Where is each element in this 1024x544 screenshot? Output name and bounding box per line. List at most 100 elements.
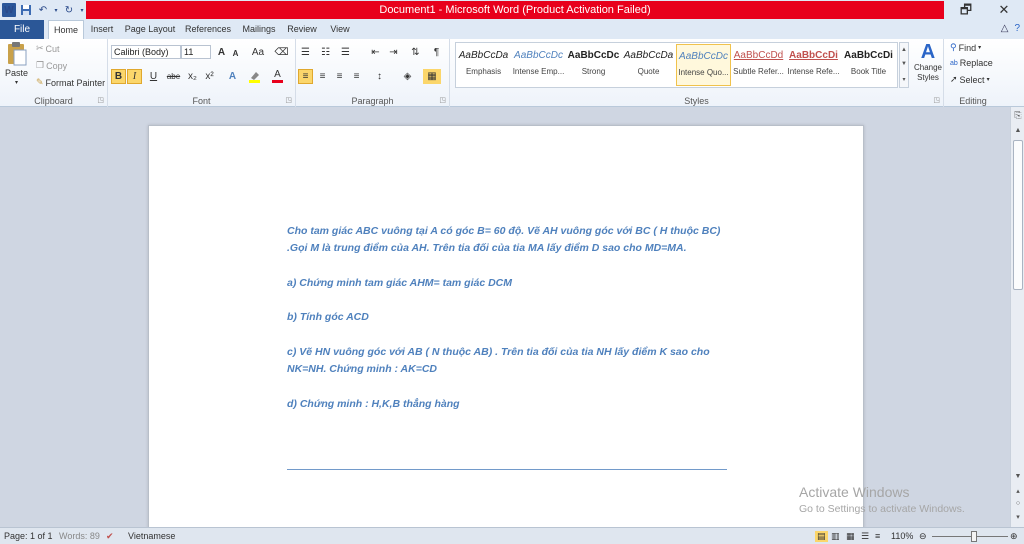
web-layout-view-icon[interactable]: ▦: [846, 531, 855, 542]
numbering-icon[interactable]: ☷: [318, 45, 333, 60]
browse-object-icon[interactable]: ○: [1011, 500, 1024, 507]
close-button[interactable]: ✕: [986, 0, 1022, 20]
tab-review[interactable]: Review: [284, 20, 320, 39]
bold-button[interactable]: B: [111, 69, 126, 84]
language-indicator[interactable]: Vietnamese: [128, 531, 175, 541]
bullets-icon[interactable]: ☰: [298, 45, 313, 60]
highlight-color-icon[interactable]: [247, 69, 262, 84]
subscript-button[interactable]: x₂: [185, 69, 200, 84]
font-size-combobox[interactable]: 11: [181, 45, 211, 59]
document-page[interactable]: Cho tam giác ABC vuông tại A có góc B= 6…: [148, 125, 864, 527]
tab-references[interactable]: References: [182, 20, 234, 39]
align-center-icon[interactable]: ≡: [315, 69, 330, 84]
word-count[interactable]: Words: 89: [59, 531, 100, 541]
undo-icon[interactable]: ↶: [36, 3, 50, 17]
format-painter-button[interactable]: ✎ Format Painter: [36, 77, 105, 88]
paragraph-problem[interactable]: Cho tam giác ABC vuông tại A có góc B= 6…: [287, 223, 732, 258]
gallery-down-icon[interactable]: ▼: [901, 61, 907, 67]
tab-home[interactable]: Home: [48, 20, 84, 39]
superscript-button[interactable]: x²: [202, 69, 217, 84]
shrink-font-button[interactable]: A: [228, 46, 243, 61]
shading-icon[interactable]: ◈: [400, 69, 415, 84]
full-screen-view-icon[interactable]: ▥: [831, 531, 840, 542]
scrollbar-thumb[interactable]: [1013, 140, 1023, 290]
next-page-icon[interactable]: ▾: [1011, 513, 1024, 521]
paragraph-part-c[interactable]: c) Vẽ HN vuông góc với AB ( N thuộc AB) …: [287, 344, 732, 379]
minimize-ribbon-icon[interactable]: △: [1001, 23, 1009, 34]
style-item[interactable]: AaBbCcDc Intense Emp...: [511, 44, 566, 86]
replace-button[interactable]: ab Replace: [950, 58, 993, 68]
clipboard-launcher-icon[interactable]: ◳: [97, 96, 104, 104]
tab-file[interactable]: File: [0, 20, 44, 39]
save-icon[interactable]: [19, 3, 33, 17]
underline-button[interactable]: U: [146, 69, 161, 84]
sort-icon[interactable]: ⇅: [408, 45, 423, 60]
strikethrough-button[interactable]: abe: [166, 69, 181, 84]
text-effects-icon[interactable]: A: [225, 69, 240, 84]
restore-button[interactable]: 🗗: [948, 0, 984, 20]
clear-formatting-icon[interactable]: ⌫: [274, 45, 289, 60]
zoom-slider-handle[interactable]: [970, 531, 977, 542]
customize-qat-icon[interactable]: ▾: [79, 3, 85, 17]
gallery-more-icon[interactable]: ▾: [902, 76, 905, 83]
zoom-in-icon[interactable]: ⊕: [1010, 531, 1018, 542]
multilevel-list-icon[interactable]: ☰: [338, 45, 353, 60]
page-count[interactable]: Page: 1 of 1: [4, 531, 53, 541]
previous-page-icon[interactable]: ▴: [1011, 487, 1024, 495]
styles-gallery-scroll[interactable]: ▲ ▼ ▾: [899, 42, 909, 88]
ruler-toggle-icon[interactable]: ⎘: [1011, 110, 1024, 121]
zoom-level[interactable]: 110%: [891, 531, 913, 541]
vertical-scrollbar[interactable]: ⎘ ▲ ▼ ▴ ○ ▾: [1010, 107, 1024, 527]
change-case-button[interactable]: Aa: [248, 45, 268, 60]
style-item[interactable]: AaBbCcDd Subtle Refer...: [731, 44, 786, 86]
font-name-combobox[interactable]: Calibri (Body): [111, 45, 181, 59]
copy-button[interactable]: ❐ Copy: [36, 60, 67, 71]
change-styles-button[interactable]: A Change Styles: [911, 41, 945, 83]
decrease-indent-icon[interactable]: ⇤: [368, 45, 383, 60]
draft-view-icon[interactable]: ≡: [875, 531, 880, 541]
find-button[interactable]: ⚲ Find ▾: [950, 42, 981, 53]
tab-insert[interactable]: Insert: [87, 20, 117, 39]
proofing-icon[interactable]: ✔: [106, 531, 114, 542]
borders-icon[interactable]: ▦: [423, 69, 441, 84]
show-marks-button[interactable]: ¶: [429, 45, 444, 60]
gallery-up-icon[interactable]: ▲: [901, 47, 907, 53]
paragraph-part-b[interactable]: b) Tính góc ACD: [287, 309, 732, 326]
paste-icon: [7, 42, 26, 66]
align-left-icon[interactable]: ≡: [298, 69, 313, 84]
italic-button[interactable]: I: [127, 69, 142, 84]
scroll-up-icon[interactable]: ▲: [1011, 127, 1024, 134]
outline-view-icon[interactable]: ☰: [861, 531, 869, 542]
paste-button[interactable]: Paste ▾: [5, 41, 28, 86]
cut-button[interactable]: ✂ Cut: [36, 43, 60, 54]
style-item[interactable]: AaBbCcDi Book Title: [841, 44, 896, 86]
help-icon[interactable]: ?: [1014, 23, 1020, 34]
increase-indent-icon[interactable]: ⇥: [386, 45, 401, 60]
style-item[interactable]: AaBbCcDc Intense Quo...: [676, 44, 731, 86]
align-right-icon[interactable]: ≡: [332, 69, 347, 84]
justify-icon[interactable]: ≡: [349, 69, 364, 84]
word-app-icon[interactable]: W: [2, 3, 16, 17]
style-item[interactable]: AaBbCcDa Quote: [621, 44, 676, 86]
style-item[interactable]: AaBbCcDi Intense Refe...: [786, 44, 841, 86]
paragraph-part-a[interactable]: a) Chứng minh tam giác AHM= tam giác DCM: [287, 275, 732, 292]
paragraph-launcher-icon[interactable]: ◳: [439, 96, 446, 104]
style-item[interactable]: AaBbCcDc Strong: [566, 44, 621, 86]
paragraph-part-d[interactable]: d) Chứng minh : H,K,B thẳng hàng: [287, 396, 732, 413]
document-body[interactable]: Cho tam giác ABC vuông tại A có góc B= 6…: [287, 223, 732, 431]
undo-dropdown-icon[interactable]: ▾: [53, 3, 59, 17]
font-launcher-icon[interactable]: ◳: [285, 96, 292, 104]
scroll-down-icon[interactable]: ▼: [1011, 473, 1024, 480]
redo-icon[interactable]: ↻: [62, 3, 76, 17]
font-color-icon[interactable]: A: [270, 69, 285, 84]
tab-view[interactable]: View: [325, 20, 355, 39]
style-item[interactable]: AaBbCcDa Emphasis: [456, 44, 511, 86]
styles-launcher-icon[interactable]: ◳: [933, 96, 940, 104]
grow-font-button[interactable]: A: [214, 45, 229, 60]
tab-page-layout[interactable]: Page Layout: [122, 20, 178, 39]
tab-mailings[interactable]: Mailings: [239, 20, 279, 39]
print-layout-view-icon[interactable]: ▤: [815, 531, 828, 542]
line-spacing-icon[interactable]: ↕: [372, 69, 387, 84]
select-button[interactable]: ➚ Select ▾: [950, 74, 990, 85]
zoom-out-icon[interactable]: ⊖: [919, 531, 927, 542]
